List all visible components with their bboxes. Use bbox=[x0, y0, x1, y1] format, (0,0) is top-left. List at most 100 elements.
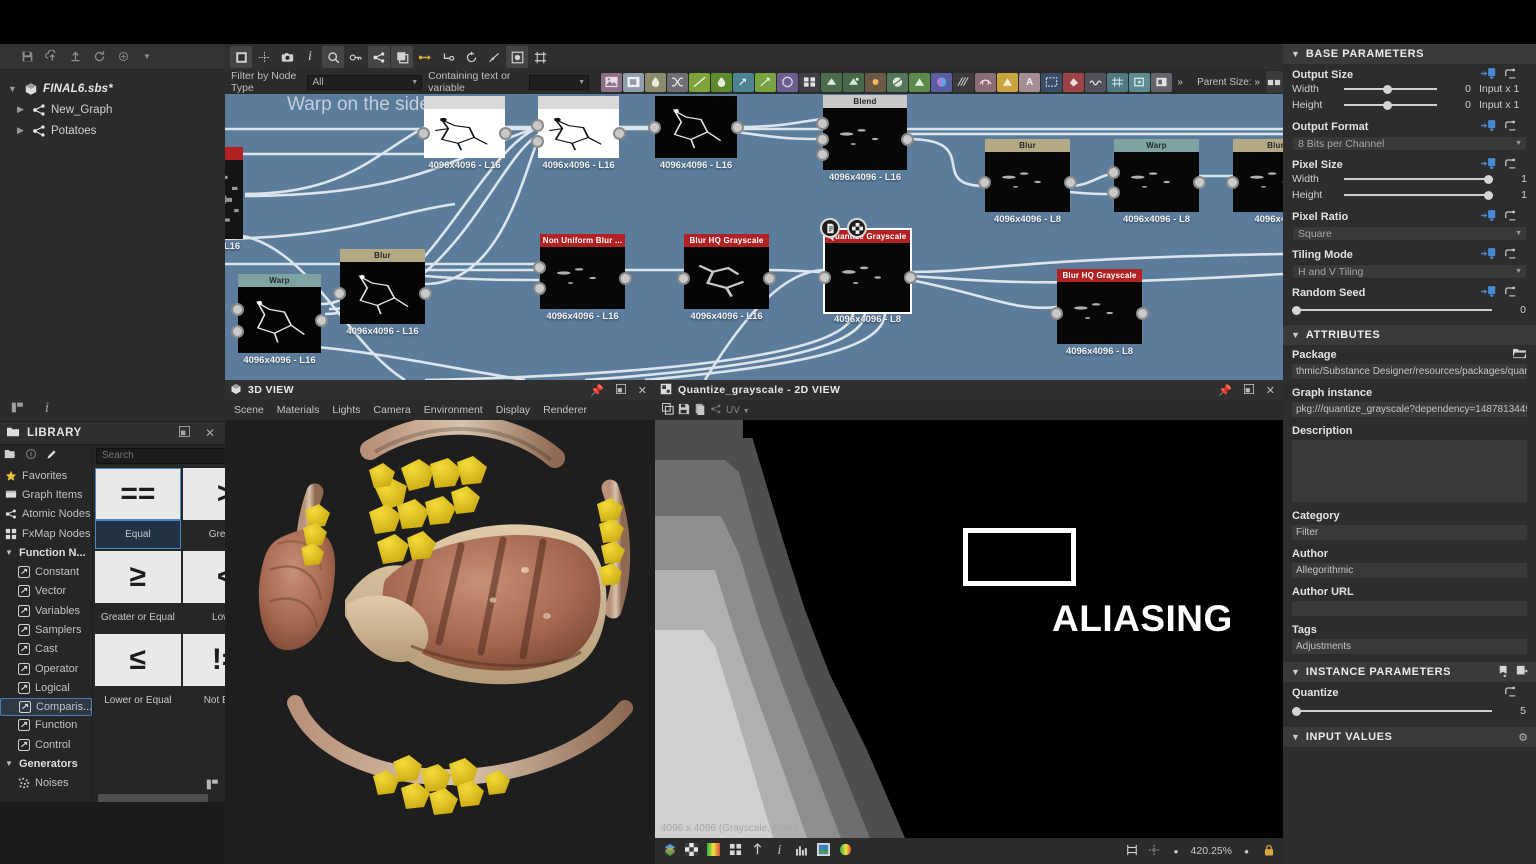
library-category-noises[interactable]: Noises bbox=[0, 773, 92, 792]
node-output-port[interactable] bbox=[901, 133, 914, 146]
height-mode[interactable]: Input x 1 bbox=[1471, 99, 1527, 111]
levels-node-icon[interactable] bbox=[711, 73, 732, 92]
library-category-fxmap-nodes[interactable]: FxMap Nodes bbox=[0, 524, 92, 543]
blend-node-icon[interactable] bbox=[623, 73, 644, 92]
node-output-port[interactable] bbox=[315, 314, 328, 327]
node-output-port[interactable] bbox=[763, 272, 776, 285]
chevron-down-icon[interactable]: ▼ bbox=[5, 759, 14, 768]
graph-node[interactable]: Non Uniform Blur ...4096x4096 - L16 bbox=[540, 234, 625, 309]
view3d-menu-lights[interactable]: Lights bbox=[332, 404, 360, 416]
slider-knob[interactable] bbox=[1383, 85, 1392, 94]
graph-node[interactable]: 4096x4096 - L16 bbox=[538, 96, 619, 158]
tile-node-icon[interactable] bbox=[799, 73, 820, 92]
copy-icon[interactable] bbox=[391, 46, 413, 68]
graph-node[interactable]: Blur4096x409 bbox=[1233, 139, 1283, 212]
scrollbar-thumb[interactable] bbox=[98, 794, 208, 802]
copy-icon[interactable] bbox=[662, 403, 674, 418]
graph-node[interactable]: Blend4096x4096 - L16 bbox=[823, 95, 907, 170]
view3d-menu-environment[interactable]: Environment bbox=[424, 404, 483, 416]
height-value[interactable]: 0 bbox=[1437, 99, 1471, 111]
export-parameters-icon[interactable] bbox=[1516, 665, 1528, 680]
graph-node[interactable]: 4096x4096 - L16 bbox=[424, 96, 505, 158]
histogram-icon[interactable] bbox=[794, 844, 809, 859]
section-base-parameters[interactable]: ▼ BASE PARAMETERS bbox=[1283, 44, 1536, 64]
explorer-package-row[interactable]: ▼ FINAL6.sbs* bbox=[0, 78, 225, 99]
transform2d-node-icon[interactable] bbox=[1129, 73, 1150, 92]
graph-node[interactable]: 4096x4096 - L16 bbox=[655, 96, 737, 158]
view3d-menu-materials[interactable]: Materials bbox=[277, 404, 320, 416]
explorer-graph-row[interactable]: ▶ Potatoes bbox=[0, 120, 225, 141]
close-icon[interactable]: ✕ bbox=[635, 384, 650, 397]
width-value[interactable]: 0 bbox=[1437, 83, 1471, 95]
view3d-menu-display[interactable]: Display bbox=[496, 404, 530, 416]
pan-icon[interactable] bbox=[1147, 844, 1162, 859]
triangle-node-icon[interactable] bbox=[997, 73, 1018, 92]
pin-icon[interactable]: 📌 bbox=[1215, 384, 1235, 397]
library-category-constant[interactable]: Constant bbox=[0, 562, 92, 581]
function-graph-icon[interactable] bbox=[1504, 68, 1518, 82]
pin-icon[interactable]: 📌 bbox=[587, 384, 607, 397]
node-input-port[interactable] bbox=[1107, 166, 1120, 179]
node-input-port[interactable] bbox=[1050, 307, 1063, 320]
lock-icon[interactable] bbox=[1261, 844, 1276, 859]
view3d-menu-camera[interactable]: Camera bbox=[373, 404, 410, 416]
node-input-port[interactable] bbox=[231, 325, 244, 338]
close-icon[interactable]: ✕ bbox=[1263, 384, 1278, 397]
package-value[interactable]: thmic/Substance Designer/resources/packa… bbox=[1292, 364, 1527, 379]
description-value[interactable] bbox=[1292, 440, 1527, 502]
float-icon[interactable] bbox=[175, 426, 194, 440]
graph-node[interactable]: Warp4096x4096 - L16 bbox=[238, 274, 321, 353]
gear-icon[interactable]: ⚙ bbox=[1518, 731, 1528, 744]
library-category-cast[interactable]: Cast bbox=[0, 640, 92, 659]
node-input-port[interactable] bbox=[533, 282, 546, 295]
graph-node[interactable]: Warp4096x4096 - L8 bbox=[1114, 139, 1199, 212]
expose-parameter-icon[interactable] bbox=[1481, 120, 1497, 134]
expand-arrow-icon[interactable]: ▶ bbox=[14, 104, 27, 115]
circle-node-icon[interactable] bbox=[887, 73, 908, 92]
chevron-down-icon[interactable]: ▼ bbox=[5, 548, 14, 557]
curve-node-icon[interactable] bbox=[689, 73, 710, 92]
fit-icon[interactable] bbox=[1125, 844, 1140, 859]
slider-knob[interactable] bbox=[1292, 707, 1301, 716]
layout-icon[interactable] bbox=[8, 401, 26, 417]
layout-icon[interactable] bbox=[206, 778, 219, 794]
function-graph-icon[interactable] bbox=[1504, 286, 1518, 300]
function-graph-icon[interactable] bbox=[1504, 120, 1518, 134]
horizontal-scrollbar[interactable] bbox=[0, 794, 225, 802]
tiling-icon[interactable] bbox=[728, 843, 743, 859]
width-mode[interactable]: Input x 1 bbox=[1471, 83, 1527, 95]
library-category-comparis[interactable]: Comparis... bbox=[0, 698, 92, 716]
node-input-port[interactable] bbox=[417, 127, 430, 140]
zoom-out-icon[interactable]: • bbox=[1169, 844, 1184, 859]
node-input-port[interactable] bbox=[816, 148, 829, 161]
cycle-icon[interactable] bbox=[460, 46, 482, 68]
library-item[interactable]: ==Equal bbox=[95, 468, 181, 549]
expose-parameter-icon[interactable] bbox=[1481, 210, 1497, 224]
document-icon[interactable] bbox=[820, 218, 840, 238]
colorpick-icon[interactable] bbox=[750, 843, 765, 859]
quantize-value[interactable]: 5 bbox=[1492, 705, 1526, 717]
library-category-favorites[interactable]: Favorites bbox=[0, 466, 92, 485]
function-graph-icon[interactable] bbox=[1504, 158, 1518, 172]
bitmap-node-icon[interactable] bbox=[601, 73, 622, 92]
grid-node-icon[interactable] bbox=[1107, 73, 1128, 92]
noise-node-icon[interactable] bbox=[1085, 73, 1106, 92]
pixel-height-slider[interactable] bbox=[1344, 188, 1493, 202]
category-value[interactable]: Filter bbox=[1292, 525, 1527, 540]
shape-node-icon[interactable] bbox=[843, 73, 864, 92]
node-output-port[interactable] bbox=[499, 127, 512, 140]
more-nodes-icon[interactable]: » bbox=[1173, 71, 1187, 93]
containing-text-select[interactable]: ▼ bbox=[529, 75, 589, 90]
info-icon[interactable]: i bbox=[38, 400, 56, 417]
node-output-port[interactable] bbox=[613, 127, 626, 140]
expose-parameter-icon[interactable] bbox=[1481, 158, 1497, 172]
node-output-port[interactable] bbox=[904, 271, 917, 284]
node-input-port[interactable] bbox=[531, 119, 544, 132]
alpha-icon[interactable] bbox=[684, 843, 699, 859]
library-category-atomic-nodes[interactable]: Atomic Nodes bbox=[0, 505, 92, 524]
height-slider[interactable] bbox=[1344, 98, 1437, 112]
chevron-down-icon[interactable]: ▼ bbox=[1291, 732, 1300, 742]
library-category-function-n[interactable]: ▼Function N... bbox=[0, 543, 92, 562]
gradient-icon[interactable] bbox=[706, 843, 721, 859]
section-attributes[interactable]: ▼ ATTRIBUTES bbox=[1283, 325, 1536, 345]
